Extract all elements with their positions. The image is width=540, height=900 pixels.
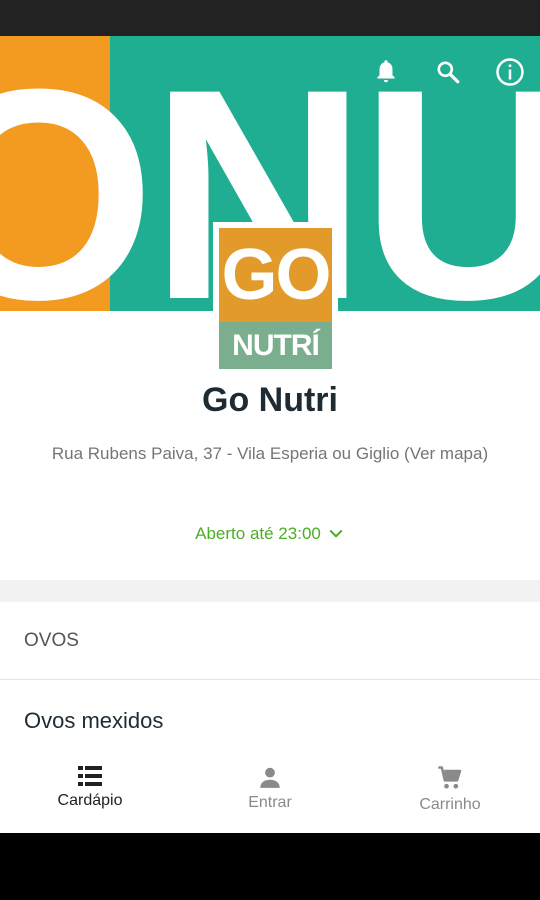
logo-bottom-text: NUTRÍ bbox=[232, 328, 320, 362]
app-screen: O NUTR bbox=[0, 36, 540, 833]
nav-carrinho[interactable]: Carrinho bbox=[360, 752, 540, 833]
menu-item[interactable]: Ovos mexidos bbox=[0, 680, 540, 760]
logo-bottom-block: NUTRÍ bbox=[219, 322, 332, 369]
nav-cardapio-label: Cardápio bbox=[57, 792, 123, 809]
nav-carrinho-label: Carrinho bbox=[419, 796, 481, 813]
nav-entrar-label: Entrar bbox=[248, 794, 292, 811]
system-nav-bar bbox=[0, 833, 540, 900]
info-icon[interactable] bbox=[492, 54, 528, 90]
list-icon bbox=[78, 766, 102, 786]
store-logo: GO NUTRÍ bbox=[213, 222, 338, 369]
opening-hours-text: Aberto até 23:00 bbox=[195, 524, 321, 543]
nav-cardapio[interactable]: Cardápio bbox=[0, 752, 180, 833]
header-actions bbox=[368, 54, 528, 90]
cart-icon bbox=[438, 766, 462, 789]
section-divider bbox=[0, 580, 540, 602]
search-icon[interactable] bbox=[430, 54, 466, 90]
logo-top-block: GO bbox=[219, 228, 332, 322]
menu-category-header: OVOS bbox=[0, 602, 540, 680]
bell-icon[interactable] bbox=[368, 54, 404, 90]
menu-item-name: Ovos mexidos bbox=[24, 708, 164, 733]
store-name: Go Nutri bbox=[202, 381, 338, 419]
chevron-down-icon bbox=[329, 530, 343, 538]
opening-hours-toggle[interactable]: Aberto até 23:00 bbox=[0, 524, 540, 544]
bottom-navigation: Cardápio Entrar Carrinho bbox=[0, 752, 540, 833]
person-icon bbox=[260, 767, 280, 788]
nav-entrar[interactable]: Entrar bbox=[180, 752, 360, 833]
category-title: OVOS bbox=[24, 630, 79, 651]
status-bar bbox=[0, 0, 540, 36]
hero-background-letter: O bbox=[0, 36, 156, 311]
logo-top-text: GO bbox=[221, 235, 331, 315]
store-address-link[interactable]: Rua Rubens Paiva, 37 - Vila Esperia ou G… bbox=[40, 442, 500, 466]
